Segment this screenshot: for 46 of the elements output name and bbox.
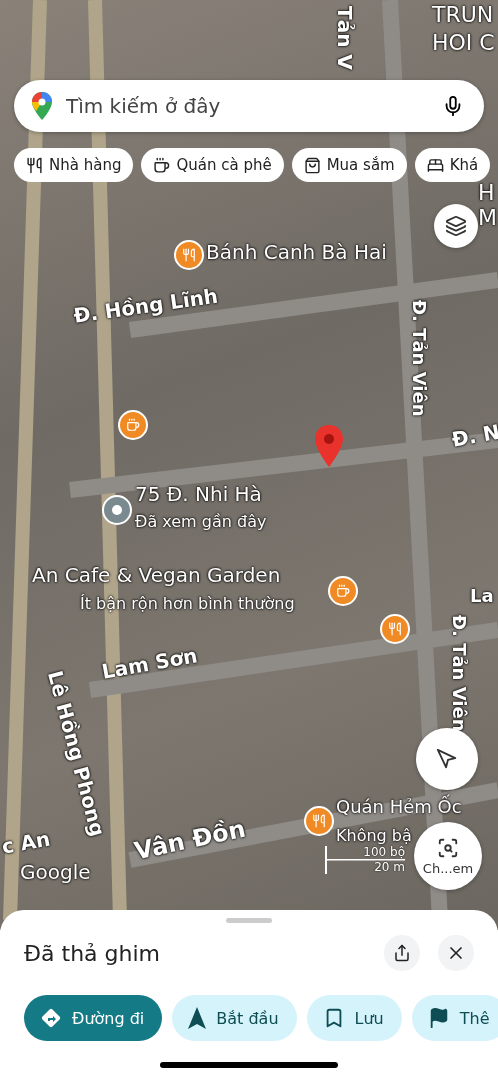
street-label: c An [0,826,52,859]
street-label: Đ. Hồng Lĩnh [72,283,220,328]
street-label: Lam Sơn [100,643,200,684]
coffee-cup-icon [153,156,171,174]
action-button[interactable]: Lưu [306,995,402,1041]
place-status: Không bậ [336,826,412,845]
area-label: M [478,205,497,230]
place-status: Đã xem gần đây [135,512,267,531]
map-pin-icon [314,425,344,467]
scale-bar: 100 bộ 20 m [325,846,405,874]
street-label: Đ. Tản Viên [449,615,470,732]
area-label: H [478,180,495,205]
camera-search-icon [437,836,459,859]
category-chip[interactable]: Khá [414,148,491,182]
share-button[interactable] [384,935,420,971]
street-label: La [470,585,494,606]
area-label: TRUN [432,2,494,27]
action-button[interactable]: Thê [411,995,498,1041]
street-label: Đ. Tản Viên [409,300,430,417]
navigation-arrow-icon [188,1007,207,1029]
restaurant-icon [26,156,43,174]
street-label: Vân Đồn [132,814,248,866]
close-button[interactable] [438,935,474,971]
share-icon [393,944,411,962]
category-chip[interactable]: Mua sắm [291,148,407,182]
action-button[interactable]: Đường đi [24,995,163,1041]
action-button[interactable]: Bắt đầu [172,995,297,1041]
place-label[interactable]: 75 Đ. Nhi Hà [135,482,262,506]
area-label: HOI C [432,30,495,55]
sheet-title: Đã thả ghim [24,940,162,966]
bed-icon [426,156,444,174]
search-bar[interactable]: Tìm kiếm ở đây [14,80,484,132]
search-field[interactable]: Tìm kiếm ở đây [64,93,430,119]
layers-icon [445,215,467,237]
street-label: Tản V [333,6,357,70]
category-chip[interactable]: Nhà hàng [14,148,134,182]
street-label: Đ. N [450,419,498,452]
shopping-bag-icon [303,156,321,174]
place-label[interactable]: Bánh Canh Bà Hai [206,240,387,264]
navigation-arrow-icon [436,748,458,770]
map-pin-logo-icon [32,92,52,120]
category-chip[interactable]: Quán cà phê [141,148,284,182]
drag-handle[interactable] [226,918,272,923]
place-label[interactable]: An Cafe & Vegan Garden [32,563,281,587]
place-label[interactable]: Google [20,860,91,884]
place-status: Ít bận rộn hơn bình thường [80,594,295,613]
